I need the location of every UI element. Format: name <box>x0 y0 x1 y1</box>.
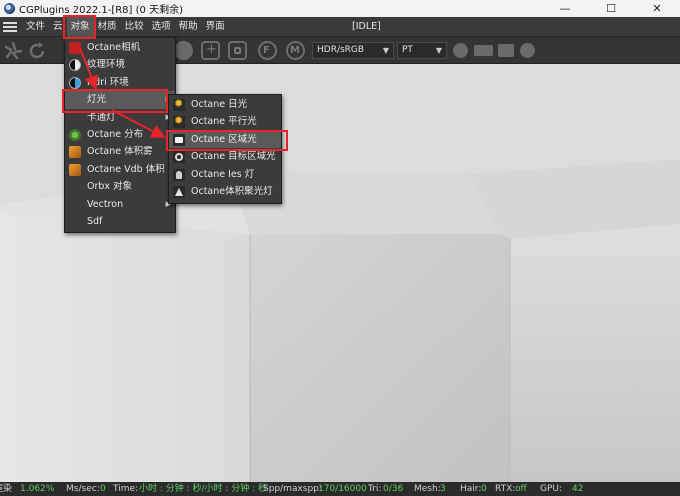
spp-value: 170/16000 <box>318 484 367 494</box>
ms-per-sec-value: 0 <box>100 484 106 494</box>
arrow-to-area-light <box>111 109 166 138</box>
time-label: Time: <box>113 484 139 494</box>
hair-label: Hair: <box>460 484 482 494</box>
mesh-value: 3 <box>440 484 446 494</box>
tri-label: Tri: <box>368 484 382 494</box>
tri-value: 0/36 <box>383 484 404 494</box>
hair-value: 0 <box>481 484 487 494</box>
loading-value: 1.062% <box>20 484 55 494</box>
spp-label: Spp/maxspp: <box>263 484 322 494</box>
rtx-label: RTX: <box>495 484 516 494</box>
mesh-label: Mesh: <box>414 484 441 494</box>
gpu-value: 42 <box>572 484 584 494</box>
arrow-to-lights <box>79 47 98 90</box>
annotation-arrows <box>79 47 166 138</box>
rtx-value: off <box>515 484 527 494</box>
status-bar: 渲染 1.062% Ms/sec: 0 Time: 小时 : 分钟 : 秒/小时… <box>0 482 680 496</box>
loading-label: 渲染 <box>0 484 13 494</box>
gpu-label: GPU: <box>540 484 563 494</box>
time-value: 小时 : 分钟 : 秒/小时 : 分钟 : 秒 <box>139 484 268 494</box>
ms-per-sec-label: Ms/sec: <box>66 484 100 494</box>
